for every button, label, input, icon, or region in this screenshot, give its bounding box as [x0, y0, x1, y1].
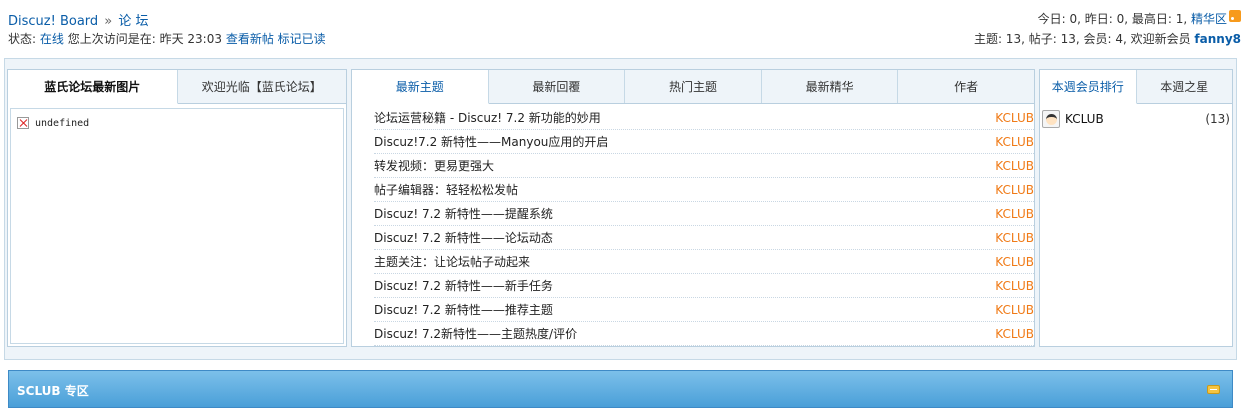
avatar-face-icon [1046, 114, 1057, 125]
thread-title-link[interactable]: 主题关注：让论坛帖子动起来 [374, 253, 530, 270]
list-item: KCLUB (13) [1042, 108, 1230, 130]
thread-author-link[interactable]: KCLUB [995, 183, 1034, 197]
broken-image-icon [17, 117, 29, 129]
thread-author-link[interactable]: KCLUB [995, 231, 1034, 245]
thread-row: Discuz! 7.2新特性——主题热度/评价 KCLUB [374, 322, 1034, 346]
thread-title-link[interactable]: 帖子编辑器：轻轻松松发帖 [374, 181, 518, 198]
last-visit-label: 您上次访问是在: [67, 32, 156, 46]
view-new-posts-link[interactable]: 查看新帖 [226, 32, 274, 46]
tab-hot-threads[interactable]: 热门主题 [625, 70, 762, 103]
thread-title-link[interactable]: Discuz! 7.2新特性——主题热度/评价 [374, 325, 577, 342]
thread-title-link[interactable]: Discuz!7.2 新特性——Manyou应用的开启 [374, 133, 608, 150]
tab-author[interactable]: 作者 [898, 70, 1034, 103]
thread-row: Discuz! 7.2 新特性——论坛动态 KCLUB [374, 226, 1034, 250]
thread-row: Discuz!7.2 新特性——Manyou应用的开启 KCLUB [374, 130, 1034, 154]
threads-panel: 最新主题 最新回覆 热门主题 最新精华 作者 论坛运营秘籍 - Discuz! … [351, 69, 1035, 347]
thread-title-link[interactable]: 论坛运营秘籍 - Discuz! 7.2 新功能的妙用 [374, 109, 601, 126]
thread-author-link[interactable]: KCLUB [995, 279, 1034, 293]
thread-row: 论坛运营秘籍 - Discuz! 7.2 新功能的妙用 KCLUB [374, 106, 1034, 130]
member-name-link[interactable]: KCLUB [1065, 112, 1205, 126]
tab-latest-replies[interactable]: 最新回覆 [488, 70, 626, 103]
tab-welcome[interactable]: 欢迎光临【蓝氏论坛】 [177, 70, 346, 103]
member-ranking-panel: 本週会员排行 本週之星 KCLUB (13) [1039, 69, 1233, 347]
thread-title-link[interactable]: Discuz! 7.2 新特性——推荐主题 [374, 301, 553, 318]
tab-latest-threads[interactable]: 最新主题 [352, 70, 489, 104]
mark-read-link[interactable]: 标记已读 [278, 32, 326, 46]
forum-stats: 主题: 13, 帖子: 13, 会员: 4, 欢迎新会员 fanny8 [974, 30, 1241, 47]
daily-stats: 今日: 0, 昨日: 0, 最高日: 1, 精华区 [1038, 10, 1227, 27]
thread-title-link[interactable]: Discuz! 7.2 新特性——论坛动态 [374, 229, 553, 246]
broken-image-text: undefined [35, 117, 90, 129]
tab-weekly-ranking[interactable]: 本週会员排行 [1040, 70, 1137, 104]
thread-row: 主题关注：让论坛帖子动起来 KCLUB [374, 250, 1034, 274]
thread-row: Discuz! 7.2 新特性——新手任务 KCLUB [374, 274, 1034, 298]
last-visit-time: 昨天 23:03 [159, 32, 222, 46]
thread-row: 转发视频：更易更强大 KCLUB [374, 154, 1034, 178]
thread-author-link[interactable]: KCLUB [995, 303, 1034, 317]
online-status-link[interactable]: 在线 [40, 32, 64, 46]
section-title[interactable]: SCLUB 专区 [17, 382, 89, 399]
image-slideshow[interactable]: undefined [10, 108, 344, 344]
tab-latest-digest[interactable]: 最新精华 [761, 70, 899, 103]
member-post-count: (13) [1205, 112, 1230, 126]
status-line: 状态: 在线 您上次访问是在: 昨天 23:03 查看新帖 标记已读 [8, 30, 326, 47]
tab-latest-images[interactable]: 蓝氏论坛最新图片 [8, 70, 178, 104]
thread-author-link[interactable]: KCLUB [995, 111, 1034, 125]
thread-list: 论坛运营秘籍 - Discuz! 7.2 新功能的妙用 KCLUB Discuz!… [374, 106, 1034, 346]
thread-row: Discuz! 7.2 新特性——提醒系统 KCLUB [374, 202, 1034, 226]
collapse-icon[interactable] [1207, 385, 1220, 394]
digest-link[interactable]: 精华区 [1191, 12, 1227, 26]
forum-stats-text: 主题: 13, 帖子: 13, 会员: 4, 欢迎新会员 [973, 32, 1191, 46]
thread-author-link[interactable]: KCLUB [995, 327, 1034, 341]
thread-row: 帖子编辑器：轻轻松松发帖 KCLUB [374, 178, 1034, 202]
breadcrumb-current-link[interactable]: 论 坛 [118, 14, 148, 29]
tab-weekly-star[interactable]: 本週之星 [1136, 70, 1232, 103]
daily-stats-text: 今日: 0, 昨日: 0, 最高日: 1, [1037, 12, 1188, 26]
avatar[interactable] [1042, 110, 1060, 128]
breadcrumb: Discuz! Board » 论 坛 [8, 10, 149, 29]
member-list: KCLUB (13) [1042, 108, 1230, 130]
thread-tabs: 最新主题 最新回覆 热门主题 最新精华 作者 [352, 70, 1034, 104]
section-header: SCLUB 专区 [8, 370, 1233, 408]
latest-images-panel: 蓝氏论坛最新图片 欢迎光临【蓝氏论坛】 undefined [7, 69, 347, 347]
new-member-link[interactable]: fanny8 [1194, 32, 1241, 46]
top-bar: Discuz! Board » 论 坛 状态: 在线 您上次访问是在: 昨天 2… [0, 0, 1253, 52]
portal-frame: 蓝氏论坛最新图片 欢迎光临【蓝氏论坛】 undefined 最新主题 最新回覆 … [4, 58, 1237, 360]
thread-author-link[interactable]: KCLUB [995, 207, 1034, 221]
broken-image: undefined [17, 117, 89, 129]
thread-author-link[interactable]: KCLUB [995, 159, 1034, 173]
thread-row: Discuz! 7.2 新特性——推荐主题 KCLUB [374, 298, 1034, 322]
status-label: 状态: [8, 32, 37, 46]
rss-icon[interactable] [1229, 10, 1241, 22]
thread-title-link[interactable]: Discuz! 7.2 新特性——新手任务 [374, 277, 553, 294]
member-tabs: 本週会员排行 本週之星 [1040, 70, 1232, 104]
thread-title-link[interactable]: Discuz! 7.2 新特性——提醒系统 [374, 205, 553, 222]
thread-title-link[interactable]: 转发视频：更易更强大 [374, 157, 494, 174]
thread-author-link[interactable]: KCLUB [995, 135, 1034, 149]
breadcrumb-separator: » [104, 14, 113, 29]
breadcrumb-board-link[interactable]: Discuz! Board [8, 14, 98, 29]
thread-author-link[interactable]: KCLUB [995, 255, 1034, 269]
left-tabs: 蓝氏论坛最新图片 欢迎光临【蓝氏论坛】 [8, 70, 346, 104]
